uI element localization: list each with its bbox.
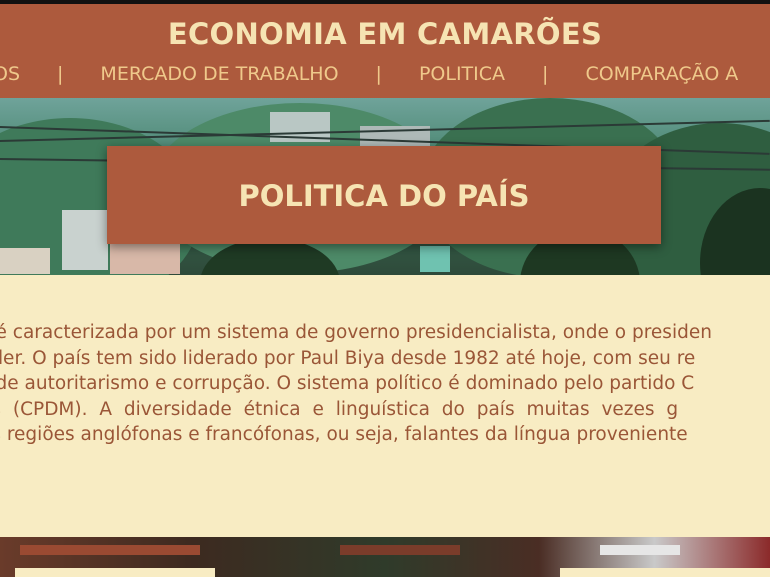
paragraph-line: as regiões anglófonas e francófonas, ou …: [0, 424, 688, 445]
nav-item-mercado-de-trabalho[interactable]: MERCADO DE TRABALHO: [100, 63, 338, 85]
paragraph-line: s é caracterizada por um sistema de gove…: [0, 322, 712, 343]
site-title: ECONOMIA EM CAMARÕES: [167, 17, 603, 51]
main-nav: OS | MERCADO DE TRABALHO | POLITICA | COMPARAÇ…: [0, 63, 738, 85]
hero-title-box: POLITICA DO PAÍS: [107, 146, 661, 244]
nav-item-comparacao[interactable]: COMPARAÇÃO A: [585, 63, 738, 85]
nav-item-previous[interactable]: OS: [0, 63, 20, 85]
footer-card: [560, 568, 770, 577]
footer-card: [15, 568, 215, 577]
paragraph-line: s de autoritarismo e corrupção. O sistem…: [0, 373, 695, 394]
nav-separator: |: [375, 63, 382, 85]
paragraph-line: es (CPDM). A diversidade étnica e linguí…: [0, 398, 679, 420]
paragraph-line: oder. O país tem sido liderado por Paul …: [0, 347, 696, 369]
site-header: ECONOMIA EM CAMARÕES OS | MERCADO DE TRABA…: [0, 4, 770, 98]
content-section: s é caracterizada por um sistema de gove…: [0, 275, 770, 537]
nav-separator: |: [57, 63, 64, 85]
nav-item-politica[interactable]: POLITICA: [419, 63, 505, 85]
page-title: POLITICA DO PAÍS: [238, 179, 530, 213]
nav-separator: |: [542, 63, 549, 85]
politics-paragraph: s é caracterizada por um sistema de gove…: [0, 320, 770, 448]
